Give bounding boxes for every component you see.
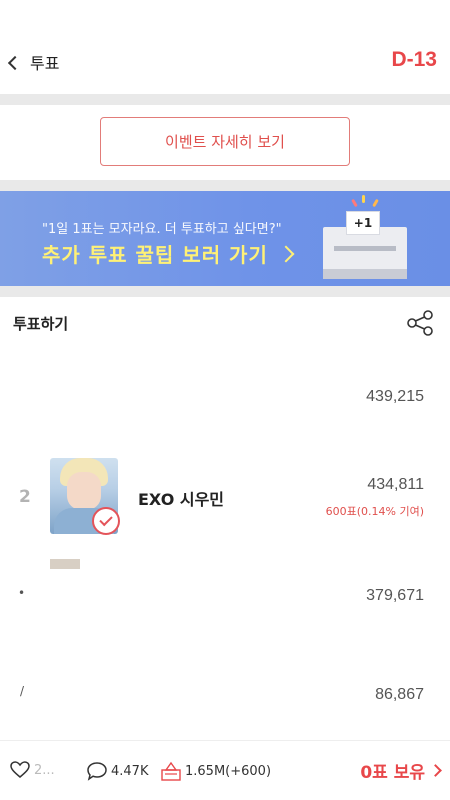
ballot-base [323,269,407,279]
ballot-box-icon [161,761,181,781]
extra-vote-tips-banner[interactable]: "1일 1표는 모자라요. 더 투표하고 싶다면?" 추가 투표 꿀팁 보러 가… [0,191,450,286]
rank-marker: • [18,586,26,600]
voted-check-icon [92,507,120,535]
back-label: 투표 [30,54,60,73]
banner-title: 추가 투표 꿀팁 보러 가기 [42,239,295,268]
section-title: 투표하기 [13,315,69,333]
sparkle-icon [362,195,365,203]
held-votes-label: 0표 보유 [360,763,425,783]
candidate-name[interactable]: EXO 시우민 [138,486,224,510]
ballot-paper: +1 [346,211,380,235]
chevron-left-icon [7,55,23,70]
sparkle-icon [372,198,379,208]
top-bar: 투표 D-13 [0,0,450,94]
comments-stat[interactable]: 4.47K [86,761,148,781]
back-button[interactable]: 투표 [7,50,60,74]
contribution-text: 600표(0.14% 기여) [325,505,424,518]
rank-3-votes: 379,671 [366,587,424,604]
rank-2-votes: 434,811 [367,476,424,493]
held-votes-button[interactable]: 0표 보유 [360,758,442,783]
banner-title-text: 추가 투표 꿀팁 보러 가기 [42,243,268,267]
sparkle-icon [351,198,358,208]
divider [0,180,450,191]
likes-count: 2... [34,762,55,778]
candidate-thumbnail [50,559,80,569]
chevron-right-icon [429,764,442,777]
avatar-face [67,472,101,510]
divider [0,94,450,105]
banner-subtitle: "1일 1표는 모자라요. 더 투표하고 싶다면?" [42,222,282,237]
d-day-label: D-13 [391,48,437,71]
likes-stat[interactable]: 2... [10,761,55,779]
ballots-count: 1.65M(+600) [185,763,272,779]
rank-1-votes: 439,215 [366,388,424,405]
comment-icon [87,762,107,781]
ballots-stat: 1.65M(+600) [160,761,271,781]
divider [0,286,450,297]
bottom-bar: 2... 4.47K 1.65M(+600) 0표 보유 [0,740,450,800]
rank-marker: / [20,684,25,698]
share-icon[interactable] [406,310,434,336]
rank-number: 2 [19,487,31,507]
comments-count: 4.47K [111,763,149,779]
event-details-button[interactable]: 이벤트 자세히 보기 [100,117,350,166]
rank-4-votes: 86,867 [375,686,424,703]
chevron-right-icon [277,245,295,263]
heart-icon [10,761,30,778]
check-icon [99,512,113,527]
ballot-slot [334,246,396,251]
